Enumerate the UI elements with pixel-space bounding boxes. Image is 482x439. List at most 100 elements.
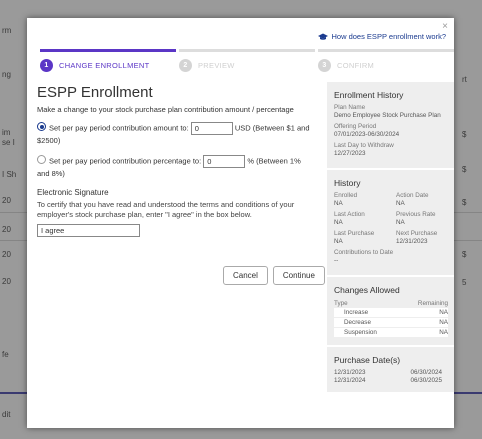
panel-heading: Enrollment History — [334, 90, 404, 100]
last-action: Last Action NA — [334, 211, 386, 226]
bg-fragment: rm — [2, 26, 12, 35]
kv-value: NA — [396, 218, 405, 226]
col-type: Type — [334, 300, 348, 307]
sidebar: Enrollment History Plan Name Demo Employe… — [327, 82, 454, 394]
kv-value: NA — [334, 199, 343, 207]
bg-fragment: $ — [462, 130, 467, 139]
kv-label: Last Purchase — [334, 230, 375, 237]
date-b: 06/30/2025 — [410, 377, 442, 384]
step-preview: 2 PREVIEW — [179, 59, 235, 72]
history-row: Enrolled NA Action Date NA — [334, 192, 448, 211]
step-confirm: 3 CONFIRM — [318, 59, 374, 72]
signature-instructions: To certify that you have read and unders… — [37, 200, 295, 219]
table-header: Type Remaining — [334, 299, 448, 308]
percentage-label-pre: Set per pay period contribution percenta… — [49, 156, 202, 166]
last-purchase: Last Purchase NA — [334, 230, 386, 245]
panel-heading: History — [334, 178, 361, 188]
form-subtitle: Make a change to your stock purchase pla… — [37, 105, 294, 114]
table-row: Decrease NA — [334, 318, 448, 328]
amount-input[interactable]: 0 — [190, 122, 233, 135]
cell-type: Suspension — [344, 329, 377, 336]
table-row: Increase NA — [334, 308, 448, 318]
action-date: Action Date NA — [396, 192, 448, 207]
bg-fragment: ng — [2, 70, 11, 79]
bg-fragment: dit — [2, 410, 11, 419]
espp-enrollment-modal: × How does ESPP enrollment work? 1 CHANG… — [27, 18, 454, 428]
kv-value: 12/27/2023 — [334, 149, 366, 157]
step-label: PREVIEW — [198, 61, 235, 70]
panel-heading: Purchase Date(s) — [334, 355, 401, 365]
bg-fragment: $ — [462, 250, 467, 259]
kv-label: Plan Name — [334, 104, 366, 111]
date-a: 12/31/2023 — [334, 369, 366, 376]
help-link-text: How does ESPP enrollment work? — [331, 32, 447, 41]
bg-fragment: rt — [462, 75, 467, 84]
percentage-input[interactable]: 0 — [203, 155, 246, 168]
signature-input[interactable]: I agree — [37, 224, 140, 237]
next-purchase: Next Purchase 12/31/2023 — [396, 230, 448, 245]
kv-label: Offering Period — [334, 123, 377, 130]
changes-table: Type Remaining Increase NA Decrease NA Sus… — [334, 299, 448, 338]
kv-label: Enrolled — [334, 192, 358, 199]
continue-button[interactable]: Continue — [272, 266, 325, 285]
bg-fragment: $ — [462, 165, 467, 174]
help-link[interactable]: How does ESPP enrollment work? — [317, 32, 447, 41]
kv-value: Demo Employee Stock Purchase Plan — [334, 111, 441, 119]
kv-value: NA — [334, 218, 343, 226]
cell-type: Increase — [344, 309, 369, 316]
step-bar-3 — [318, 49, 454, 52]
percentage-radio[interactable] — [37, 155, 46, 165]
bg-divider — [454, 212, 482, 213]
kv-label: Previous Rate — [396, 211, 436, 218]
bg-fragment: $ — [462, 198, 467, 207]
history-row: Last Action NA Previous Rate NA — [334, 211, 448, 230]
bg-fragment: 20 — [2, 196, 11, 205]
table-row: Suspension NA — [334, 328, 448, 338]
purchase-dates-panel: Purchase Date(s) 12/31/2023 06/30/2024 12… — [327, 347, 454, 392]
step-bar-1 — [40, 49, 176, 52]
close-button[interactable]: × — [442, 21, 448, 32]
kv-value: 12/31/2023 — [396, 237, 428, 245]
bg-fragment: fe — [2, 350, 9, 359]
col-remaining: Remaining — [417, 300, 448, 307]
bg-fragment: I Sh — [2, 170, 17, 179]
offering-period: Offering Period 07/01/2023-06/30/2024 — [334, 123, 448, 138]
cell-type: Decrease — [344, 319, 371, 326]
step-number: 2 — [179, 59, 192, 72]
panel-heading: Changes Allowed — [334, 285, 400, 295]
amount-label-pre: Set per pay period contribution amount t… — [49, 123, 189, 133]
kv-value: NA — [334, 237, 343, 245]
step-number: 1 — [40, 59, 53, 72]
page-title: ESPP Enrollment — [37, 84, 153, 101]
plan-name: Plan Name Demo Employee Stock Purchase Pl… — [334, 104, 448, 119]
kv-label: Next Purchase — [396, 230, 438, 237]
list-item: 12/31/2024 06/30/2025 — [334, 377, 448, 385]
cell-remaining: NA — [439, 309, 448, 316]
enrollment-history-panel: Enrollment History Plan Name Demo Employe… — [327, 82, 454, 168]
history-row: Last Purchase NA Next Purchase 12/31/2023 — [334, 230, 448, 249]
option-amount: Set per pay period contribution amount t… — [37, 122, 312, 147]
kv-label: Last Day to Withdraw — [334, 142, 394, 149]
bg-fragment: 20 — [2, 225, 11, 234]
step-number: 3 — [318, 59, 331, 72]
bg-divider — [0, 240, 27, 241]
kv-label: Last Action — [334, 211, 365, 218]
bg-fragment: 20 — [2, 277, 11, 286]
history-panel: History Enrolled NA Action Date NA Last Ac… — [327, 170, 454, 275]
cell-remaining: NA — [439, 329, 448, 336]
bg-fragment: im — [2, 128, 11, 137]
kv-label: Contributions to Date — [334, 249, 394, 256]
contributions-to-date: Contributions to Date -- — [334, 249, 448, 264]
step-bar-2 — [179, 49, 315, 52]
amount-radio[interactable] — [37, 122, 46, 132]
option-percentage: Set per pay period contribution percenta… — [37, 155, 312, 180]
date-a: 12/31/2024 — [334, 377, 366, 384]
cancel-button[interactable]: Cancel — [223, 266, 268, 285]
bg-fragment: se I — [2, 138, 15, 147]
kv-value: NA — [396, 199, 405, 207]
step-label: CHANGE ENROLLMENT — [59, 61, 150, 70]
cell-remaining: NA — [439, 319, 448, 326]
form-actions: Cancel Continue — [223, 266, 325, 285]
step-change-enrollment: 1 CHANGE ENROLLMENT — [40, 59, 150, 72]
changes-allowed-panel: Changes Allowed Type Remaining Increase N… — [327, 277, 454, 345]
